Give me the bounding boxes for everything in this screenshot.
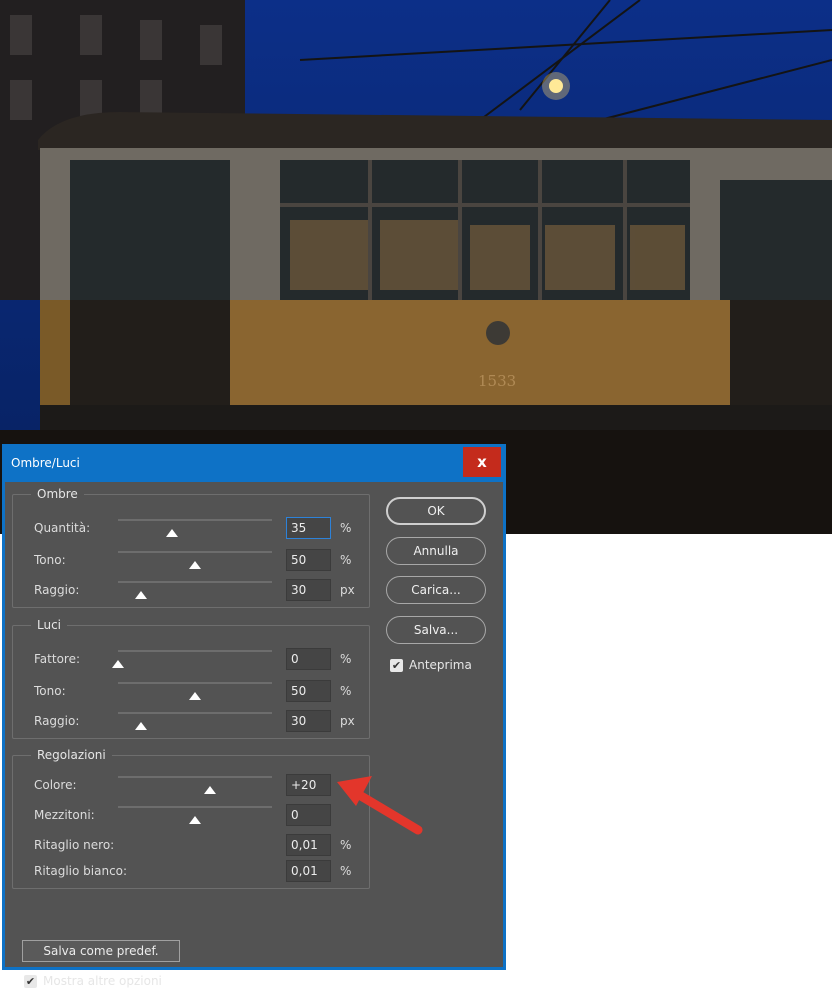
adjustments-midtones-label: Mezzitoni:	[34, 808, 95, 822]
shadows-radius-input[interactable]	[286, 579, 331, 601]
slider-thumb[interactable]	[112, 660, 124, 668]
adjustments-white-clip-label: Ritaglio bianco:	[34, 864, 128, 878]
shadows-tone-unit: %	[340, 553, 352, 567]
highlights-radius-unit: px	[340, 714, 355, 728]
adjustments-color-input[interactable]	[286, 774, 331, 796]
adjustments-color-slider[interactable]	[118, 776, 272, 794]
adjustments-color-row: Colore:	[13, 774, 369, 798]
shadows-amount-unit: %	[340, 521, 352, 535]
highlights-amount-input[interactable]	[286, 648, 331, 670]
slider-thumb[interactable]	[189, 816, 201, 824]
slider-thumb[interactable]	[165, 529, 178, 537]
adjustments-group: Regolazioni Colore: Mezzitoni: Ritaglio …	[12, 748, 370, 889]
slider-thumb[interactable]	[135, 591, 148, 599]
cancel-button[interactable]: Annulla	[386, 537, 486, 565]
shadows-group: Ombre Quantità: % Tono: % Raggio: px	[12, 487, 370, 608]
slider-thumb[interactable]	[204, 786, 217, 794]
adjustments-group-title: Regolazioni	[31, 748, 112, 762]
shadows-radius-slider[interactable]	[118, 581, 272, 599]
adjustments-black-clip-label: Ritaglio nero:	[34, 838, 115, 852]
shadows-amount-label: Quantità:	[34, 521, 91, 535]
highlights-radius-row: Raggio: px	[13, 710, 369, 734]
highlights-tone-slider[interactable]	[118, 682, 272, 700]
adjustments-white-clip-row: Ritaglio bianco: %	[13, 860, 369, 884]
adjustments-black-clip-unit: %	[340, 838, 352, 852]
more-options-checkbox[interactable]: ✔	[24, 975, 37, 988]
close-button[interactable]: x	[463, 447, 501, 477]
adjustments-midtones-row: Mezzitoni:	[13, 804, 369, 828]
adjustments-midtones-input[interactable]	[286, 804, 331, 826]
highlights-tone-input[interactable]	[286, 680, 331, 702]
tram-number: 1533	[478, 372, 516, 390]
load-button[interactable]: Carica...	[386, 576, 486, 604]
shadows-radius-label: Raggio:	[34, 583, 80, 597]
highlights-group-title: Luci	[31, 618, 68, 632]
adjustments-midtones-slider[interactable]	[118, 806, 272, 824]
adjustments-white-clip-unit: %	[340, 864, 352, 878]
adjustments-color-label: Colore:	[34, 778, 77, 792]
shadows-radius-unit: px	[340, 583, 355, 597]
highlights-group: Luci Fattore: % Tono: % Raggio: px	[12, 618, 370, 739]
more-options-label: Mostra altre opzioni	[43, 974, 162, 988]
highlights-tone-unit: %	[340, 684, 352, 698]
highlights-amount-label: Fattore:	[34, 652, 81, 666]
shadows-highlights-dialog: Ombre/Luci x Ombre Quantità: % Tono: % R…	[2, 444, 506, 988]
highlights-amount-row: Fattore: %	[13, 648, 369, 672]
highlights-radius-label: Raggio:	[34, 714, 80, 728]
highlights-radius-slider[interactable]	[118, 712, 272, 730]
slider-thumb[interactable]	[189, 692, 201, 700]
adjustments-black-clip-row: Ritaglio nero: %	[13, 834, 369, 858]
slider-thumb[interactable]	[189, 561, 201, 569]
preview-label: Anteprima	[409, 658, 472, 672]
close-icon: x	[477, 453, 487, 471]
dialog-titlebar[interactable]: Ombre/Luci x	[5, 444, 503, 482]
save-as-default-button[interactable]: Salva come predef.	[22, 940, 180, 962]
shadows-tone-input[interactable]	[286, 549, 331, 571]
shadows-tone-label: Tono:	[34, 553, 66, 567]
highlights-tone-row: Tono: %	[13, 680, 369, 704]
shadows-tone-slider[interactable]	[118, 551, 272, 569]
ok-button[interactable]: OK	[386, 497, 486, 525]
adjustments-black-clip-input[interactable]	[286, 834, 331, 856]
shadows-amount-slider[interactable]	[118, 519, 272, 537]
adjustments-white-clip-input[interactable]	[286, 860, 331, 882]
shadows-tone-row: Tono: %	[13, 549, 369, 573]
shadows-amount-input[interactable]	[286, 517, 331, 539]
highlights-radius-input[interactable]	[286, 710, 331, 732]
shadows-amount-row: Quantità: %	[13, 517, 369, 541]
highlights-tone-label: Tono:	[34, 684, 66, 698]
dialog-title: Ombre/Luci	[11, 456, 80, 470]
shadows-group-title: Ombre	[31, 487, 84, 501]
dialog-body: Ombre Quantità: % Tono: % Raggio: px	[5, 482, 503, 988]
preview-checkbox[interactable]: ✔	[390, 659, 403, 672]
slider-thumb[interactable]	[135, 722, 148, 730]
highlights-amount-slider[interactable]	[112, 650, 272, 668]
save-button[interactable]: Salva...	[386, 616, 486, 644]
highlights-amount-unit: %	[340, 652, 352, 666]
shadows-radius-row: Raggio: px	[13, 579, 369, 603]
